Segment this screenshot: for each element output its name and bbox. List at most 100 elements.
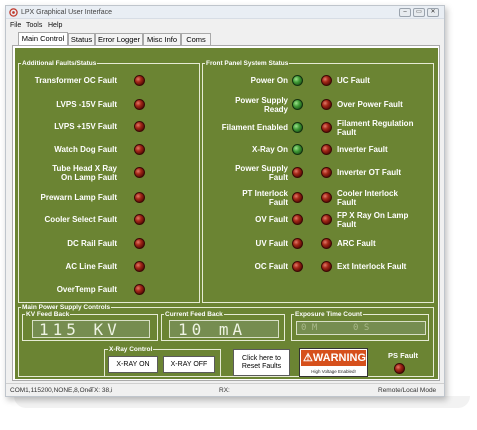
screenshot-canvas: LPX Graphical User Interface – ▭ ✕ File … [0,0,477,430]
tab-misc-info[interactable]: Misc Info [143,33,181,45]
led-uc-fault [321,75,332,86]
fault-label-filament-enabled: Filament Enabled [221,123,288,132]
led-ov-fault [292,214,303,225]
maximize-button[interactable]: ▭ [413,8,425,17]
kv-feedback-title: KV Feed Back [25,310,71,319]
fault-label-dc-rail-fault: DC Rail Fault [67,239,117,248]
led-pt-interlock-fault [292,192,303,203]
fault-label-filament-regulation-fault: Filament Regulation Fault [337,119,414,137]
xray-on-button[interactable]: X-RAY ON [108,356,158,373]
warning-triangle-icon: ⚠ [303,352,313,364]
fault-label-ov-fault: OV Fault [255,215,288,224]
status-bar: COM1,115200,NONE,8,One TX: 38,i RX: Remo… [6,383,444,396]
close-button[interactable]: ✕ [427,8,439,17]
led-cooler-interlock-fault [321,192,332,203]
led-dc-rail-fault [134,238,145,249]
fault-label-tube-head-x-ray-on-lamp-fault: Tube Head X Ray On Lamp Fault [52,164,117,182]
tab-main-control[interactable]: Main Control [18,32,68,45]
exposure-minutes: 0 M [301,323,318,333]
title-bar[interactable]: LPX Graphical User Interface – ▭ ✕ [6,6,444,19]
app-icon [9,8,18,17]
led-oc-fault [292,261,303,272]
current-readout: 10 mA [169,320,279,338]
ps-fault-label: PS Fault [388,351,419,360]
led-lvps-15v-fault [134,99,145,110]
additional-faults-title: Additional Faults/Status [21,59,98,68]
led-filament-regulation-fault [321,122,332,133]
fault-label-lvps-15v-fault: LVPS -15V Fault [56,100,117,109]
fault-label-power-supply-ready: Power Supply Ready [235,96,288,114]
exposure-readout: 0 M 0 S [296,321,426,335]
fault-label-power-on: Power On [250,76,288,85]
led-arc-fault [321,238,332,249]
fault-label-fp-x-ray-on-lamp-fault: FP X Ray On Lamp Fault [337,211,409,229]
control-panel: Additional Faults/Status Transformer OC … [15,48,438,379]
fault-label-uv-fault: UV Fault [255,239,288,248]
led-filament-enabled [292,122,303,133]
tab-coms[interactable]: Coms [181,33,211,45]
fault-label-transformer-oc-fault: Transformer OC Fault [34,76,117,85]
exposure-group: Exposure Time Count 0 M 0 S [291,310,429,341]
kv-readout: 115 KV [32,320,150,338]
led-ac-line-fault [134,261,145,272]
warning-sign: ⚠WARNING High Voltage Enabled! [299,348,368,377]
menu-file[interactable]: File [10,21,21,30]
fault-label-overtemp-fault: OverTemp Fault [56,285,117,294]
led-power-supply-ready [292,99,303,110]
led-prewarn-lamp-fault [134,192,145,203]
ps-fault-led [394,363,405,374]
app-window: LPX Graphical User Interface – ▭ ✕ File … [5,5,445,397]
warning-label: WARNING [312,352,367,364]
fault-label-lvps-15v-fault: LVPS +15V Fault [54,122,117,131]
status-port: COM1,115200,NONE,8,One [10,387,92,394]
status-rx: RX: [219,387,230,394]
led-inverter-fault [321,144,332,155]
status-mode: Remote/Local Mode [378,387,437,394]
window-reflection [14,396,470,408]
xray-control-title: X-Ray Control [108,345,154,354]
front-panel-title: Front Panel System Status [205,59,290,68]
exposure-title: Exposure Time Count [294,310,364,319]
led-inverter-ot-fault [321,167,332,178]
tab-status[interactable]: Status [68,33,95,45]
minimize-button[interactable]: – [399,8,411,17]
fault-label-prewarn-lamp-fault: Prewarn Lamp Fault [40,193,117,202]
led-x-ray-on [292,144,303,155]
xray-control-group: X-Ray Control X-RAY ON X-RAY OFF [104,345,221,377]
fault-label-ac-line-fault: AC Line Fault [65,262,117,271]
menu-tools[interactable]: Tools [26,21,42,30]
menu-bar: File Tools Help [6,20,444,31]
menu-help[interactable]: Help [48,21,62,30]
led-tube-head-x-ray-on-lamp-fault [134,167,145,178]
fault-label-watch-dog-fault: Watch Dog Fault [54,145,117,154]
warning-sublabel: High Voltage Enabled! [311,369,356,374]
led-fp-x-ray-on-lamp-fault [321,214,332,225]
led-transformer-oc-fault [134,75,145,86]
led-overtemp-fault [134,284,145,295]
reset-faults-button[interactable]: Click here to Reset Faults [233,349,290,376]
fault-label-inverter-ot-fault: Inverter OT Fault [337,168,402,177]
kv-feedback-group: KV Feed Back 115 KV [22,310,158,341]
fault-label-ext-interlock-fault: Ext Interlock Fault [337,262,407,271]
status-tx: TX: 38,i [90,387,113,394]
led-over-power-fault [321,99,332,110]
tab-error-logger[interactable]: Error Logger [95,33,143,45]
fault-label-over-power-fault: Over Power Fault [337,100,403,109]
fault-label-inverter-fault: Inverter Fault [337,145,388,154]
tab-strip: Main Control Status Error Logger Misc In… [6,32,444,45]
fault-label-arc-fault: ARC Fault [337,239,376,248]
led-watch-dog-fault [134,144,145,155]
led-ext-interlock-fault [321,261,332,272]
fault-label-power-supply-fault: Power Supply Fault [235,164,288,182]
fault-label-pt-interlock-fault: PT Interlock Fault [242,189,288,207]
fault-label-uc-fault: UC Fault [337,76,370,85]
fault-label-x-ray-on: X-Ray On [251,145,288,154]
fault-label-cooler-interlock-fault: Cooler Interlock Fault [337,189,398,207]
led-uv-fault [292,238,303,249]
warning-banner: ⚠WARNING [301,350,366,366]
led-cooler-select-fault [134,214,145,225]
front-panel-group: Front Panel System Status Power On Power … [202,59,434,303]
xray-off-button[interactable]: X-RAY OFF [163,356,215,373]
main-power-group: Main Power Supply Controls KV Feed Back … [18,303,434,377]
window-title: LPX Graphical User Interface [21,9,113,16]
